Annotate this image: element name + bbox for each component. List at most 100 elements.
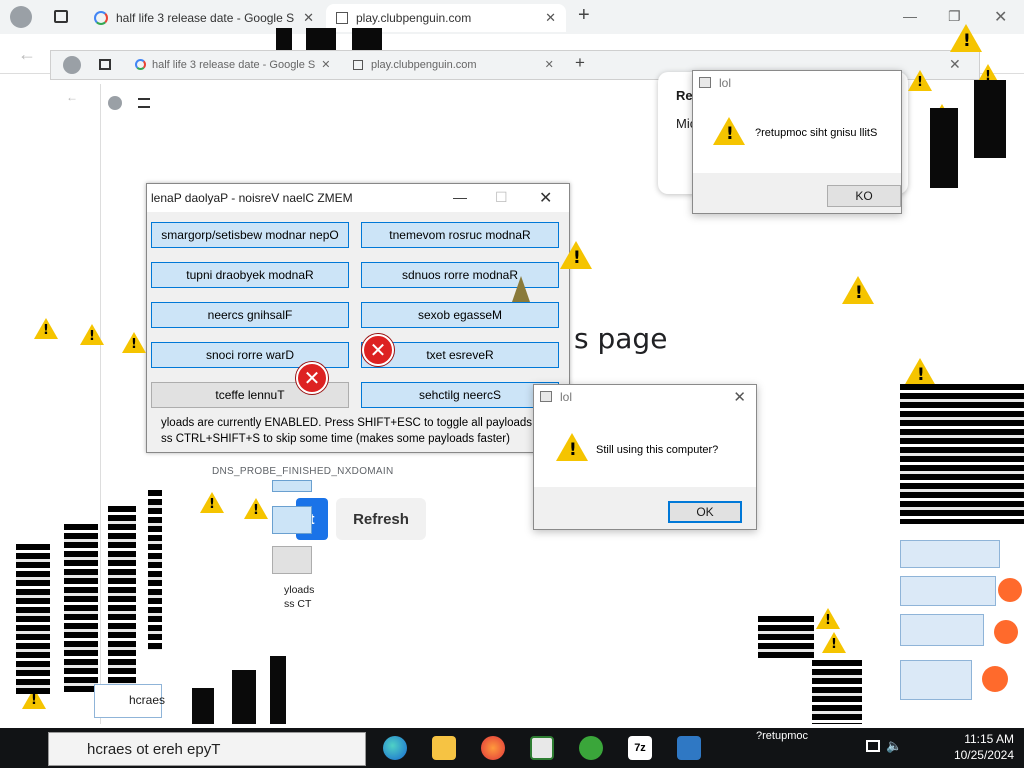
dialog-still-using: lol ✕ Still using this computer? OK [533, 384, 757, 530]
memz-payload-panel: lenaP daolyaP - noisreV naelC ZMEM — ☐ ✕… [146, 183, 570, 453]
close-window-button[interactable]: ✕ [994, 7, 1007, 27]
dialog-message: Still using this computer? [596, 444, 719, 456]
ghost-note: yloads [284, 584, 315, 596]
glitch-block [812, 660, 862, 724]
glitch-text: hcraes [129, 693, 166, 707]
payload-button-keyboard-input[interactable]: tupni draobyek modnaR [151, 262, 349, 288]
messenger-icon[interactable] [579, 736, 603, 760]
error-icon: ✕ [362, 334, 394, 366]
file-explorer-icon[interactable] [432, 736, 456, 760]
dialog-titlebar: lol [693, 71, 901, 95]
tab-actions-icon[interactable] [54, 10, 68, 23]
warning-icon [34, 318, 58, 339]
new-tab-button[interactable]: + [578, 4, 590, 27]
memz-titlebar: lenaP daolyaP - noisreV naelC ZMEM — ☐ ✕ [147, 184, 569, 212]
error-icon: ✕ [296, 362, 328, 394]
glitch-block [758, 616, 814, 660]
glitch-block [232, 670, 256, 724]
glitch-window [900, 540, 1000, 568]
tab-label: play.clubpenguin.com [356, 11, 472, 25]
app-icon [699, 77, 711, 88]
warning-icon [80, 324, 104, 345]
memz-title: lenaP daolyaP - noisreV naelC ZMEM [151, 191, 353, 205]
warning-icon [950, 24, 982, 52]
warning-icon [122, 332, 146, 353]
profile-avatar [63, 56, 81, 74]
minimize-button[interactable]: — [453, 189, 467, 205]
payload-button-flashing-screen[interactable]: neercs gnihsalF [151, 302, 349, 328]
warning-icon [908, 70, 932, 91]
tab-label: play.clubpenguin.com [371, 58, 477, 71]
glitch-block [270, 656, 286, 724]
glitch-block [974, 80, 1006, 158]
payload-button-screen-glitches[interactable]: sehctilg neercS [361, 382, 559, 408]
dialog-body: Still using this computer? [534, 409, 756, 487]
back-icon[interactable]: ← [18, 44, 36, 65]
warning-icon [816, 608, 840, 629]
dialog-reversed: lol ?retupmoc siht gnisu llitS KO [692, 70, 902, 214]
tray-fragment: ?retupmoc [756, 730, 808, 742]
clock-time: 11:15 AM [964, 732, 1014, 746]
glitch-block [16, 544, 50, 694]
warning-icon [822, 632, 846, 653]
glitch-block [108, 506, 136, 686]
firefox-icon[interactable] [481, 736, 505, 760]
warning-icon [560, 241, 592, 269]
edge-icon [994, 620, 1018, 644]
ghost-tab-clubpenguin: play.clubpenguin.com ✕ [353, 58, 554, 71]
taskbar-clock[interactable]: 11:15 AM 10/25/2024 [954, 731, 1014, 763]
edge-icon[interactable] [383, 736, 407, 760]
google-icon [135, 59, 146, 70]
app-icon [540, 391, 552, 402]
refresh-button[interactable]: Refresh [336, 498, 426, 540]
warning-icon [904, 358, 936, 386]
ghost-button [272, 506, 312, 534]
close-button[interactable]: ✕ [539, 188, 552, 208]
page-icon [353, 59, 363, 70]
page-icon [336, 12, 348, 24]
glitch-block [930, 108, 958, 188]
error-heading: s page [574, 322, 668, 355]
payload-button-message-boxes[interactable]: sexob egasseM [361, 302, 559, 328]
edge-icon [998, 578, 1022, 602]
warning-icon [713, 117, 745, 145]
maximize-button: ☐ [495, 189, 508, 205]
ghost-note: ss CT [284, 598, 312, 610]
menu-icon [138, 98, 150, 108]
close-icon[interactable]: ✕ [733, 388, 746, 406]
glitch-block [192, 688, 214, 724]
glitch-window [900, 614, 984, 646]
close-tab-icon: ✕ [544, 59, 554, 71]
browser-tabstrip: half life 3 release date - Google S ✕ pl… [0, 0, 1024, 34]
minimize-button[interactable]: — [903, 8, 917, 24]
payload-button-cursor-movement[interactable]: tnemevom rosruc modnaR [361, 222, 559, 248]
glitch-window [900, 660, 972, 700]
ok-button[interactable]: OK [668, 501, 742, 523]
ok-button[interactable]: KO [827, 185, 901, 207]
warning-icon [244, 498, 268, 519]
profile-avatar[interactable] [10, 6, 32, 28]
glitch-window [900, 576, 996, 606]
dialog-body: ?retupmoc siht gnisu llitS [693, 95, 901, 173]
maximize-button[interactable]: ❐ [948, 8, 961, 25]
control-panel-icon[interactable] [677, 736, 701, 760]
close-window-icon: ✕ [949, 56, 961, 72]
network-icon[interactable] [866, 740, 880, 752]
glitch-block [64, 524, 98, 694]
volume-icon[interactable]: 🔈 [886, 738, 902, 754]
new-tab-icon: + [575, 53, 585, 72]
7zip-icon[interactable]: 7z [628, 736, 652, 760]
google-icon [94, 11, 108, 25]
dialog-titlebar: lol ✕ [534, 385, 756, 409]
payload-button-open-programs[interactable]: smargorp/setisbew modnar nepO [151, 222, 349, 248]
close-tab-icon: ✕ [321, 59, 331, 71]
taskbar-search-input[interactable]: hcraes ot ereh epyT [48, 732, 366, 766]
clock-date: 10/25/2024 [953, 748, 1014, 762]
glitch-block [148, 490, 162, 650]
error-code: DNS_PROBE_FINISHED_NXDOMAIN [212, 466, 394, 477]
back-icon: ← [66, 90, 78, 104]
close-tab-icon[interactable]: ✕ [545, 10, 556, 26]
window-app-icon[interactable] [530, 736, 554, 760]
close-tab-icon[interactable]: ✕ [303, 10, 314, 26]
glitch-window: hcraes [94, 684, 166, 718]
